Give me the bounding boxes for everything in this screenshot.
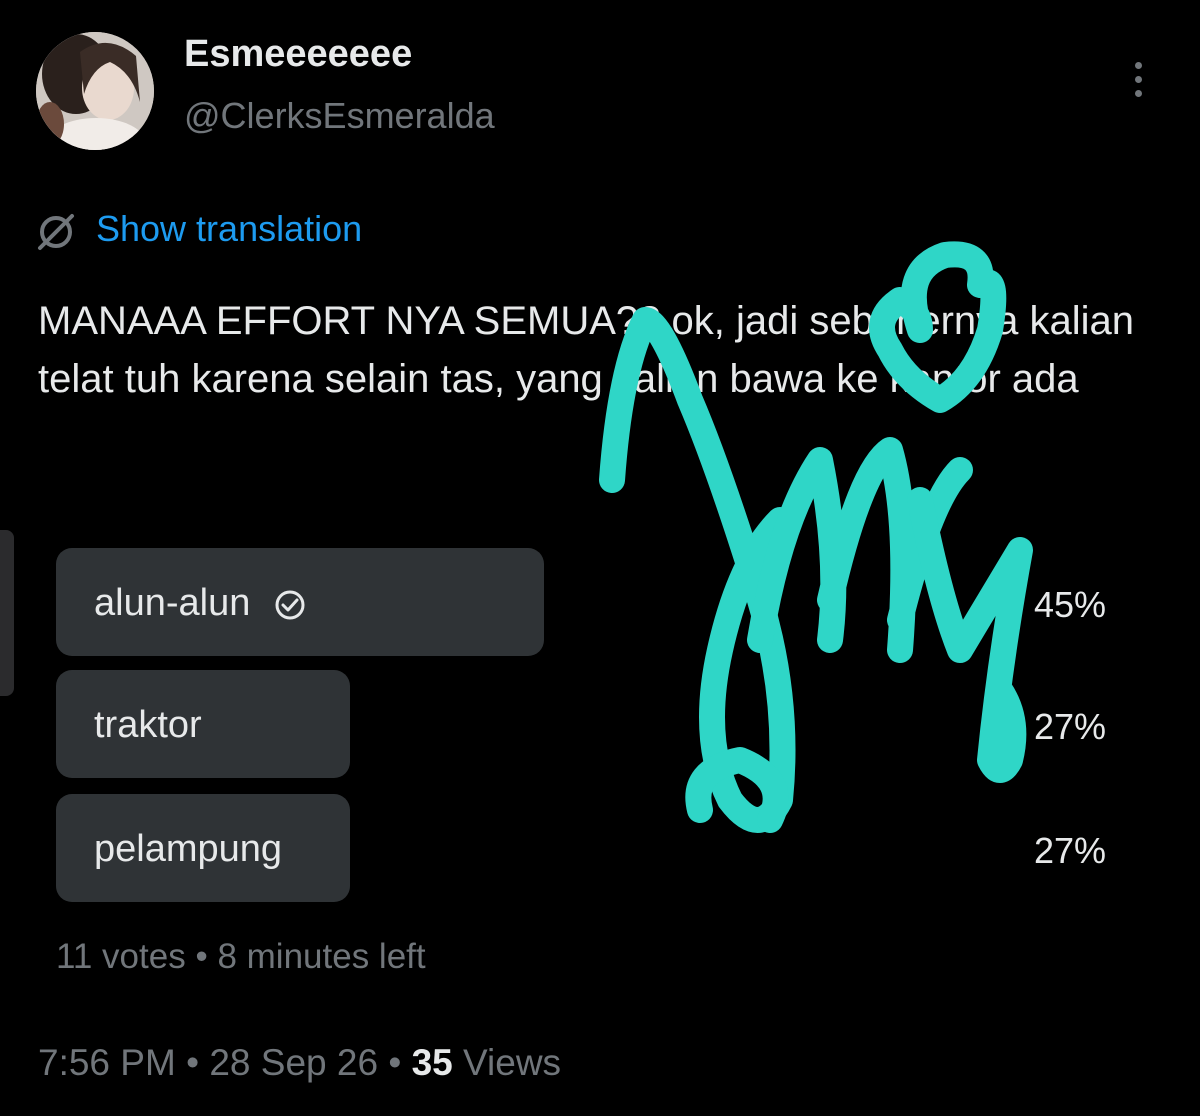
globe-slash-icon [38,214,74,250]
author-handle[interactable]: @ClerksEsmeralda [184,94,495,138]
author-display-name[interactable]: Esmeeeeeee [184,30,412,78]
poll-time-left: 8 minutes left [217,937,426,976]
poll-option-percent: 45% [1033,584,1106,625]
separator: • [195,937,208,976]
views-label: Views [463,1042,562,1083]
profile-photo-icon [36,32,154,150]
poll-option-percent: 27% [1033,830,1106,871]
side-edge-handle [0,530,14,696]
poll-votes: 11 votes [56,937,186,976]
separator: • [186,1042,200,1083]
poll-option-2[interactable]: traktor [94,702,202,748]
poll-option-3[interactable]: pelampung [94,826,282,872]
poll-option-label: alun-alun [94,582,251,624]
views-count: 35 [411,1042,453,1083]
check-circle-icon [275,590,305,620]
separator: • [388,1042,402,1083]
tweet-text: MANAAA EFFORT NYA SEMUA?? ok, jadi seben… [38,299,1135,401]
poll-meta: 11 votes • 8 minutes left [56,934,426,980]
tweet-date[interactable]: 28 Sep 26 [209,1042,378,1083]
poll-option-1[interactable]: alun-alun [94,580,307,626]
tweet-time[interactable]: 7:56 PM [38,1042,176,1083]
avatar[interactable] [36,32,154,150]
more-options-icon[interactable] [1128,62,1148,102]
poll-option-percent: 27% [1033,706,1106,747]
show-translation-link[interactable]: Show translation [96,206,362,252]
tweet-timestamp: 7:56 PM • 28 Sep 26 • 35 Views [38,1038,561,1088]
